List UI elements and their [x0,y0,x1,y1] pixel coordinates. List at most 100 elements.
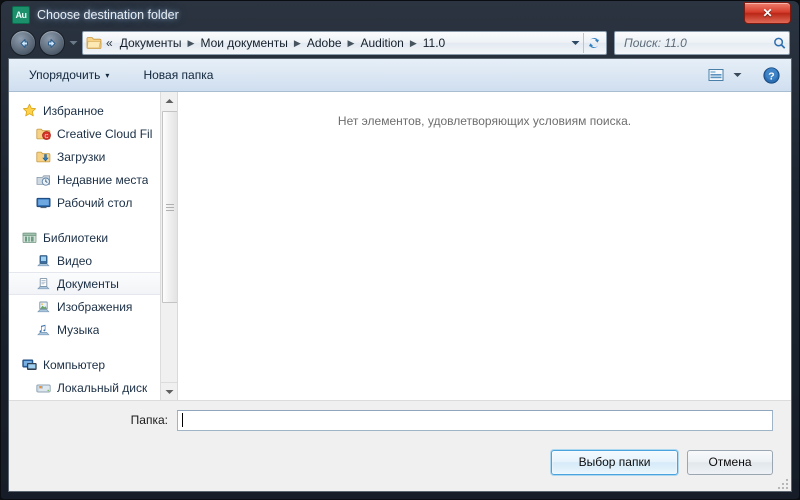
view-mode-button[interactable] [704,64,728,86]
sidebar-group-computer[interactable]: Компьютер [9,353,160,376]
sidebar-item-documents[interactable]: Документы [9,272,160,295]
chevron-down-icon [571,41,580,45]
sidebar-item-local-disk[interactable]: Локальный диск [9,376,160,399]
empty-state-message: Нет элементов, удовлетворяющих условиям … [337,114,632,128]
folder-name-input[interactable] [183,412,768,428]
libraries-icon [21,230,37,246]
help-button[interactable]: ? [757,64,785,86]
forward-button[interactable] [39,30,65,56]
scroll-up-arrow-icon [165,98,173,103]
breadcrumb-item-2[interactable]: Adobe [304,34,345,52]
music-library-icon [35,322,51,338]
sidebar-group-label: Избранное [43,103,104,118]
svg-text:?: ? [768,70,774,82]
breadcrumb-separator[interactable]: ▶ [345,38,358,49]
search-input[interactable] [622,35,773,51]
sidebar-item-music[interactable]: Музыка [9,318,160,341]
sidebar-item-label: Документы [57,276,119,291]
video-library-icon [35,253,51,269]
title-bar: Au Choose destination folder ✕ [8,1,792,28]
sidebar-item-label: Загрузки [57,149,106,164]
sidebar-item-label: Недавние места [57,172,149,187]
scroll-up-button[interactable] [161,92,177,109]
navigation-pane: Избранное C Creative Cloud Fil Загрузки … [9,92,178,400]
breadcrumb-item-0[interactable]: Документы [117,34,185,52]
navigation-bar: « Документы ▶ Мои документы ▶ Adobe ▶ Au… [8,28,792,58]
sidebar-group-libraries[interactable]: Библиотеки [9,226,160,249]
sidebar-group-favorites[interactable]: Избранное [9,99,160,122]
breadcrumb-separator[interactable]: ▶ [185,38,198,49]
file-list-pane[interactable]: Нет элементов, удовлетворяющих условиям … [178,92,791,400]
sidebar-group-label: Компьютер [43,357,106,372]
dialog-buttons: Выбор папки Отмена [9,439,791,491]
documents-library-icon [35,276,51,292]
command-toolbar: Упорядочить ▾ Новая папка ? [9,59,791,92]
dialog-footer: Папка: Выбор папки Отмена [9,400,791,491]
breadcrumb: « Документы ▶ Мои документы ▶ Adobe ▶ Au… [86,34,568,52]
creative-cloud-folder-icon: C [35,126,51,142]
sidebar-item-label: Creative Cloud Fil [57,126,153,141]
breadcrumb-overflow[interactable]: « [105,36,117,50]
downloads-folder-icon [35,149,51,165]
close-button[interactable]: ✕ [744,2,791,24]
sidebar-item-label: Изображения [57,299,133,314]
sidebar-item-pictures[interactable]: Изображения [9,295,160,318]
pictures-library-icon [35,299,51,315]
organize-button[interactable]: Упорядочить ▾ [21,64,117,86]
sidebar-item-downloads[interactable]: Загрузки [9,145,160,168]
folder-input-wrapper[interactable] [177,409,773,431]
sidebar-item-recent-places[interactable]: Недавние места [9,168,160,191]
sidebar-scrollbar[interactable] [160,92,177,400]
breadcrumb-item-1[interactable]: Мои документы [197,34,290,52]
star-icon [21,103,37,119]
breadcrumb-separator[interactable]: ▶ [291,38,304,49]
sidebar-item-label: Локальный диск [57,380,148,395]
scroll-down-button[interactable] [161,382,177,400]
content-panes: Избранное C Creative Cloud Fil Загрузки … [9,92,791,400]
breadcrumb-item-4[interactable]: 11.0 [420,34,448,52]
refresh-icon [588,37,600,49]
sidebar-item-label: Музыка [57,322,100,337]
search-box[interactable] [614,31,790,55]
refresh-button[interactable] [583,33,604,53]
sidebar-item-desktop[interactable]: Рабочий стол [9,191,160,214]
folder-field-label: Папка: [130,413,168,427]
scroll-down-arrow-icon [165,389,173,394]
view-mode-dropdown[interactable] [730,64,745,86]
toolbar-right-group: ? [704,64,785,86]
help-icon: ? [762,66,780,84]
new-folder-button[interactable]: Новая папка [135,64,221,86]
address-dropdown-button[interactable] [568,33,583,53]
cancel-button[interactable]: Отмена [687,449,773,475]
folder-picker-dialog: Au Choose destination folder ✕ « Докумен… [0,0,800,500]
chevron-down-icon [69,41,78,45]
history-dropdown-button[interactable] [68,33,79,53]
window-title: Choose destination folder [37,7,179,22]
folder-icon [86,37,102,49]
breadcrumb-item-3[interactable]: Audition [357,34,406,52]
back-arrow-icon [20,38,28,48]
sidebar-item-video[interactable]: Видео [9,249,160,272]
sidebar-item-creative-cloud-files[interactable]: C Creative Cloud Fil [9,122,160,145]
scrollbar-grip-icon [166,202,174,213]
address-bar[interactable]: « Документы ▶ Мои документы ▶ Adobe ▶ Au… [82,31,607,55]
breadcrumb-separator[interactable]: ▶ [407,38,420,49]
organize-label: Упорядочить [29,68,101,82]
forward-arrow-icon [47,38,55,48]
search-icon [774,37,786,49]
navigation-tree: Избранное C Creative Cloud Fil Загрузки … [9,92,160,400]
local-disk-icon [35,380,51,396]
svg-text:C: C [44,134,48,140]
dialog-client-area: Упорядочить ▾ Новая папка ? Избранное C … [8,58,792,492]
app-icon: Au [12,5,30,24]
chevron-down-icon [733,73,742,77]
sidebar-item-label: Видео [57,253,93,268]
back-button[interactable] [10,30,36,56]
sidebar-group-label: Библиотеки [43,230,109,245]
select-folder-button[interactable]: Выбор папки [551,449,678,475]
folder-field-row: Папка: [9,401,791,439]
resize-grip-icon[interactable] [777,478,789,490]
sidebar-scrollbar-thumb[interactable] [162,111,177,303]
